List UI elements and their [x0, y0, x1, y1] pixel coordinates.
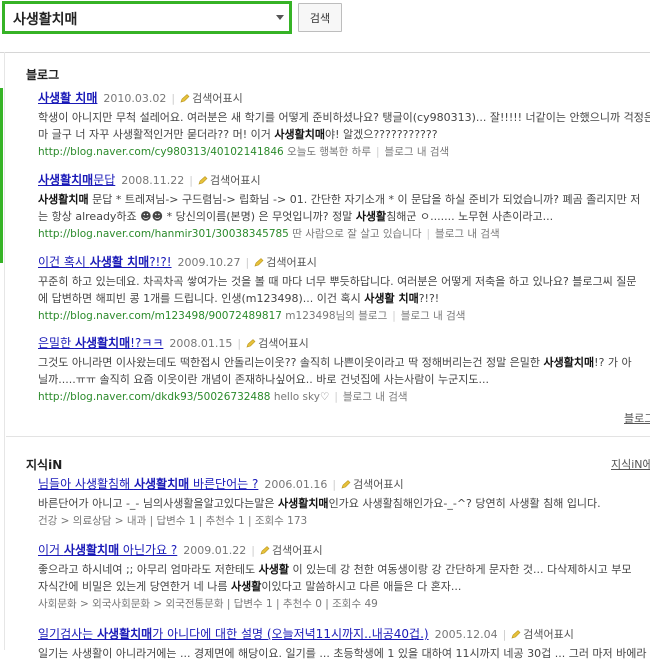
left-accent-bar [0, 88, 3, 263]
result-url[interactable]: http://blog.naver.com/m123498/9007248981… [38, 310, 282, 322]
result-date: 2010.03.02 [103, 92, 167, 105]
result-date: 2006.01.16 [264, 478, 328, 491]
result-category-meta[interactable]: 사회문화 > 외국사회문화 > 외국전통문화 | 답변수 1 | 추천수 0 |… [38, 598, 378, 610]
highlight-terms-link[interactable]: 검색어표시 [210, 174, 261, 187]
search-box[interactable] [2, 1, 292, 34]
highlight-terms-link[interactable]: 검색어표시 [353, 478, 404, 491]
result-url[interactable]: http://blog.naver.com/dkdk93/50026732488 [38, 391, 270, 403]
blog-result-4: 은밀한 사생활치매!?ㅋㅋ 2008.01.15 | 검색어표시 그것도 아니라면 이… [38, 334, 650, 406]
pencil-icon [254, 256, 266, 269]
pencil-icon [260, 544, 272, 557]
result-snippet: 바른단어가 아니고 -_- 님의사생활을알고있다는말은 사생활치매인가요 사생활… [38, 497, 601, 510]
highlight-terms-link[interactable]: 검색어표시 [523, 628, 574, 641]
result-url[interactable]: http://blog.naver.com/hanmir301/30038345… [38, 228, 289, 240]
result-date: 2005.12.04 [434, 628, 498, 641]
result-date: 2008.11.22 [121, 174, 185, 187]
top-divider [0, 52, 650, 53]
blog-name[interactable]: hello sky♡ [274, 391, 330, 403]
search-in-blog-link[interactable]: 블로그 내 검색 [385, 146, 450, 158]
search-in-blog-link[interactable]: 블로그 내 검색 [401, 310, 466, 322]
pencil-icon [246, 337, 258, 350]
section-divider [6, 436, 650, 437]
result-snippet: 꾸준히 하고 있는데요. 차곡차곡 쌓여가는 것을 볼 때 마다 너무 뿌듯하답… [38, 275, 637, 305]
result-snippet: 사생활치매 문답 * 트레져님-> 구드렴님-> 립화님 -> 01. 간단한 … [38, 193, 641, 223]
pencil-icon [341, 478, 353, 491]
blog-result-3: 이건 혹시 사생활 치매?!?! 2009.10.27 | 검색어표시 꾸준히 하고 … [38, 253, 650, 325]
result-title-link[interactable]: 은밀한 사생활치매!?ㅋㅋ [38, 336, 163, 350]
blog-name[interactable]: 오늘도 행복한 하루 [287, 146, 371, 158]
result-date: 2009.10.27 [177, 256, 241, 269]
highlight-terms-link[interactable]: 검색어표시 [258, 337, 309, 350]
search-in-blog-link[interactable]: 블로그 내 검색 [435, 228, 500, 240]
result-snippet: 학생이 아니지만 무척 설레어요. 여러분은 새 학기를 어떻게 준비하셨나요?… [38, 111, 650, 141]
result-date: 2009.01.22 [183, 544, 247, 557]
result-date: 2008.01.15 [169, 337, 233, 350]
result-title-link[interactable]: 일기검사는 사생활치매가 아니다에 대한 설명 (오늘저녁11시까지..내공40… [38, 627, 429, 641]
result-url[interactable]: http://blog.naver.com/cy980313/401021418… [38, 146, 284, 158]
search-in-blog-link[interactable]: 블로그 내 검색 [343, 391, 408, 403]
highlight-terms-link[interactable]: 검색어표시 [192, 92, 243, 105]
result-title-link[interactable]: 이건 혹시 사생활 치매?!?! [38, 255, 172, 269]
kin-result-3: 일기검사는 사생활치매가 아니다에 대한 설명 (오늘저녁11시까지..내공40… [38, 625, 650, 662]
pencil-icon [180, 92, 192, 105]
result-title-link[interactable]: 사생활치매문답 [38, 173, 115, 187]
blog-name[interactable]: m123498님의 블로그 [285, 310, 387, 322]
highlight-terms-link[interactable]: 검색어표시 [272, 544, 323, 557]
result-snippet: 좋으라고 하시네여 ;; 아무리 엄마라도 저한테도 사생활 이 있는데 강 천… [38, 563, 632, 593]
kin-result-1: 님들아 사생활침해 사생활치매 바른단어는 ? 2006.01.16 | 검색어표시 … [38, 475, 650, 530]
result-title-link[interactable]: 이거 사생활치매 아닌가요 ? [38, 543, 177, 557]
blog-section-title: 블로그 [26, 68, 60, 82]
result-title-link[interactable]: 님들아 사생활침해 사생활치매 바른단어는 ? [38, 477, 258, 491]
search-input[interactable] [13, 9, 263, 29]
result-snippet: 그것도 아니라면 이사왔는데도 떡한접시 안돌리는이웃?? 솔직히 나쁜이웃이라… [38, 356, 632, 386]
kin-more-link[interactable]: 지식iN에 [611, 456, 650, 472]
blog-result-1: 사생활 치매 2010.03.02 | 검색어표시 학생이 아니지만 무척 설레어요.… [38, 91, 650, 158]
result-title-link[interactable]: 사생활 치매 [38, 91, 97, 105]
blog-name[interactable]: 딴 사람으로 잘 살고 있습니다 [292, 228, 421, 240]
pencil-icon [511, 628, 523, 641]
left-border [4, 52, 5, 650]
pencil-icon [198, 174, 210, 187]
result-snippet: 일기는 사생활이 아니라거에는 ... 경제면에 해당이요. 일기를 ... 초… [38, 647, 647, 660]
blog-result-2: 사생활치매문답 2008.11.22 | 검색어표시 사생활치매 문답 * 트레져님-… [38, 171, 650, 243]
kin-section-title: 지식iN [26, 458, 63, 472]
blog-more-link[interactable]: 블로그 [624, 410, 650, 426]
result-category-meta[interactable]: 건강 > 의료상담 > 내과 | 답변수 1 | 추천수 1 | 조회수 173 [38, 515, 307, 527]
kin-result-2: 이거 사생활치매 아닌가요 ? 2009.01.22 | 검색어표시 좋으라고 하시네… [38, 541, 650, 613]
highlight-terms-link[interactable]: 검색어표시 [266, 256, 317, 269]
search-button[interactable]: 검색 [298, 3, 342, 32]
dropdown-arrow-icon[interactable] [276, 15, 284, 20]
